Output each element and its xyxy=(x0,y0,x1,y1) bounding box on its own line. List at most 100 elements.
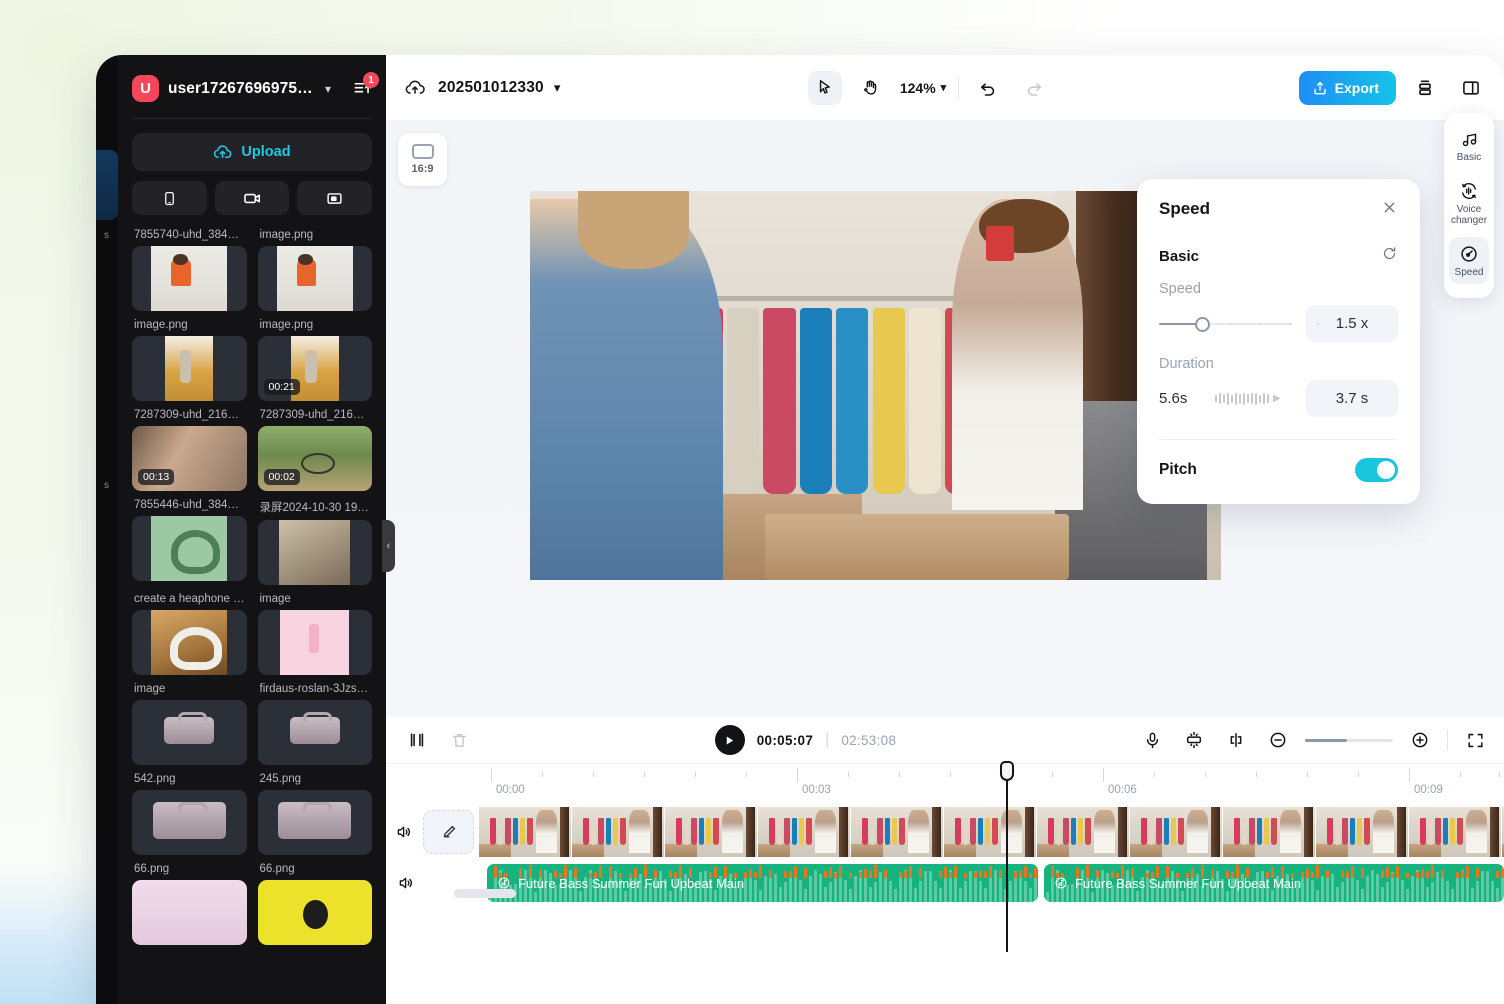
undo-button[interactable] xyxy=(971,71,1005,105)
voiceover-button[interactable] xyxy=(1137,725,1167,755)
media-label: 66.png xyxy=(132,859,247,880)
canvas-stage: 16:9 xyxy=(386,121,1504,717)
record-phone-button[interactable] xyxy=(132,181,207,215)
layout-button[interactable] xyxy=(1408,71,1442,105)
chevron-down-icon[interactable]: ▾ xyxy=(554,80,561,96)
keyframe-button[interactable] xyxy=(1179,725,1209,755)
media-thumbnail[interactable] xyxy=(258,610,373,675)
rail-item-speed[interactable]: Speed xyxy=(1449,237,1489,285)
upload-button[interactable]: Upload xyxy=(132,133,372,171)
collapse-panel-handle[interactable]: ‹ xyxy=(382,520,395,572)
aspect-ratio-button[interactable]: 16:9 xyxy=(398,133,447,186)
redo-button[interactable] xyxy=(1017,71,1051,105)
media-thumbnail[interactable] xyxy=(132,790,247,855)
media-thumbnail[interactable] xyxy=(132,700,247,765)
zoom-out-button[interactable] xyxy=(1263,725,1293,755)
media-item: firdaus-roslan-3Jzs… xyxy=(258,679,373,765)
media-label: 7287309-uhd_216… xyxy=(132,405,247,426)
video-preview[interactable] xyxy=(530,191,1221,580)
media-item: 7855446-uhd_384… xyxy=(132,495,247,585)
media-thumbnail[interactable] xyxy=(258,790,373,855)
media-thumbnail[interactable] xyxy=(132,610,247,675)
rail-item-label: Basic xyxy=(1457,152,1481,164)
media-thumbnail[interactable] xyxy=(132,336,247,401)
chevron-down-icon[interactable]: ▾ xyxy=(325,82,331,96)
media-item: 录屏2024-10-30 19… xyxy=(258,495,373,585)
rail-item-label: Speed xyxy=(1455,267,1484,279)
speedometer-icon xyxy=(1459,244,1479,264)
video-track-mute-button[interactable] xyxy=(386,823,423,841)
avatar[interactable]: U xyxy=(132,75,159,102)
speed-panel: Speed Basic Speed xyxy=(1137,179,1420,504)
split-button[interactable] xyxy=(402,725,432,755)
media-grid: 7855740-uhd_384… image.png image.png ima… xyxy=(118,225,386,961)
basic-section-title: Basic xyxy=(1159,248,1199,265)
audio-clip[interactable]: Future Bass Summer Fun Upbeat Main xyxy=(1044,864,1504,902)
account-header: U user172676969755… ▾ 1 xyxy=(118,55,386,118)
playhead-handle[interactable] xyxy=(1000,761,1014,781)
duration-new-value-field[interactable]: 3.7 s xyxy=(1306,380,1398,417)
record-camera-button[interactable] xyxy=(215,181,290,215)
speed-slider[interactable] xyxy=(1159,316,1292,332)
speed-slider-knob[interactable] xyxy=(1195,317,1210,332)
transition-button[interactable] xyxy=(1221,725,1251,755)
media-thumbnail[interactable]: 00:21 xyxy=(258,336,373,401)
hand-tool-button[interactable] xyxy=(854,71,888,105)
redo-icon xyxy=(1024,78,1044,98)
rail-item-basic[interactable]: Basic xyxy=(1449,123,1489,170)
zoom-level-selector[interactable]: 124% ▾ xyxy=(900,80,946,96)
speaker-icon xyxy=(395,823,413,841)
media-label: 录屏2024-10-30 19… xyxy=(258,495,373,520)
project-name[interactable]: 202501012330 xyxy=(438,79,544,97)
media-thumbnail[interactable] xyxy=(258,246,373,311)
voice-changer-icon xyxy=(1459,181,1479,201)
collapsed-nav-strip[interactable]: s s xyxy=(96,55,118,1004)
pitch-toggle[interactable] xyxy=(1355,458,1398,482)
media-thumbnail[interactable] xyxy=(132,880,247,945)
media-thumbnail[interactable]: 00:13 xyxy=(132,426,247,491)
ruler-label: 00:00 xyxy=(496,784,525,796)
play-button[interactable] xyxy=(715,725,745,755)
media-thumbnail[interactable] xyxy=(258,700,373,765)
speed-value-field[interactable]: 1.5 x xyxy=(1306,305,1398,342)
select-tool-button[interactable] xyxy=(808,71,842,105)
rail-item-voice-changer[interactable]: Voicechanger xyxy=(1449,174,1489,233)
media-item: image xyxy=(258,589,373,675)
export-button[interactable]: Export xyxy=(1299,71,1396,105)
nav-highlight xyxy=(96,150,118,220)
close-icon[interactable] xyxy=(1381,199,1398,219)
media-item: 66.png xyxy=(132,859,247,945)
export-icon xyxy=(1312,80,1328,96)
media-thumbnail[interactable] xyxy=(132,516,247,581)
timeline-zoom-slider[interactable] xyxy=(1305,739,1393,742)
media-thumbnail[interactable] xyxy=(258,520,373,585)
playhead[interactable] xyxy=(1006,770,1008,952)
tasks-menu-button[interactable]: 1 xyxy=(353,79,372,98)
panel-toggle-button[interactable] xyxy=(1454,71,1488,105)
media-thumbnail[interactable] xyxy=(132,246,247,311)
zoom-in-button[interactable] xyxy=(1405,725,1435,755)
audio-clip[interactable]: Future Bass Summer Fun Upbeat Main xyxy=(487,864,1038,902)
edit-clip-button[interactable] xyxy=(423,810,475,854)
media-label: 66.png xyxy=(258,859,373,880)
cloud-upload-icon[interactable] xyxy=(404,77,426,99)
time-divider: | xyxy=(825,731,829,749)
reset-icon[interactable] xyxy=(1381,245,1398,267)
media-label: image.png xyxy=(258,225,373,246)
media-item: create a heaphone … xyxy=(132,589,247,675)
record-screen-button[interactable] xyxy=(297,181,372,215)
screen-icon xyxy=(326,190,343,207)
fit-screen-button[interactable] xyxy=(1460,725,1490,755)
media-library-panel: U user172676969755… ▾ 1 Upload xyxy=(118,55,386,1004)
video-clip[interactable] xyxy=(479,807,1504,857)
fit-screen-icon xyxy=(1466,731,1485,750)
chevron-down-icon: ▾ xyxy=(941,81,947,94)
audio-track-mute-button[interactable] xyxy=(386,874,426,892)
media-thumbnail[interactable] xyxy=(258,880,373,945)
rail-item-label: Voicechanger xyxy=(1451,204,1487,227)
timeline-ruler[interactable]: 00:00 00:03 00:06 00:09 xyxy=(386,764,1504,804)
keyframe-icon xyxy=(1184,730,1204,750)
media-thumbnail[interactable]: 00:02 xyxy=(258,426,373,491)
main-area: 202501012330 ▾ 124% ▾ xyxy=(386,55,1504,1004)
delete-button[interactable] xyxy=(444,725,474,755)
